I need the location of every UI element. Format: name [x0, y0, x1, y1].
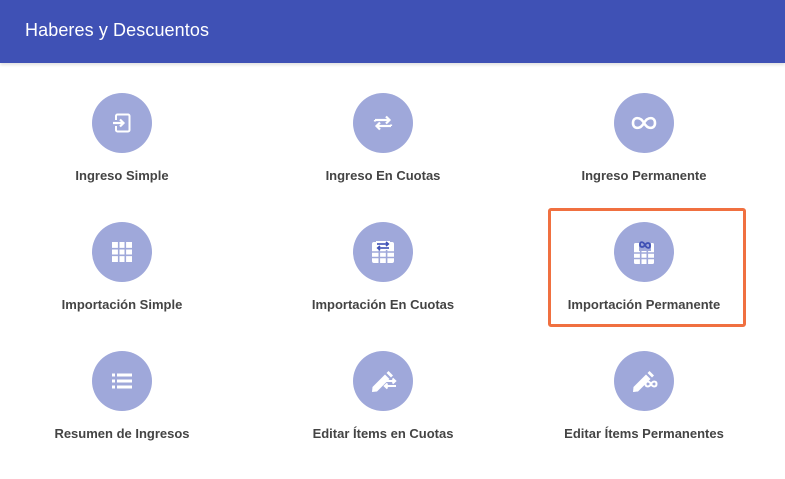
tile-editar-items-permanentes[interactable]: Editar Ítems Permanentes: [544, 351, 744, 461]
tile-label: Editar Ítems en Cuotas: [312, 426, 454, 441]
app-header: Haberes y Descuentos: [0, 0, 785, 63]
edit-infinity-icon: [614, 351, 674, 411]
infinity-icon: [614, 93, 674, 153]
page-title: Haberes y Descuentos: [25, 20, 210, 40]
tile-importacion-simple[interactable]: Importación Simple: [22, 222, 222, 332]
selected-tile-highlight: [548, 208, 746, 327]
tile-label: Importación Simple: [61, 297, 183, 312]
enter-icon: [92, 93, 152, 153]
tile-importacion-en-cuotas[interactable]: Importación En Cuotas: [283, 222, 483, 332]
tile-label: Resumen de Ingresos: [54, 426, 190, 441]
tile-resumen-de-ingresos[interactable]: Resumen de Ingresos: [22, 351, 222, 461]
tile-label: Ingreso Simple: [75, 168, 169, 183]
grid-swap-icon: [353, 222, 413, 282]
edit-swap-icon: [353, 351, 413, 411]
grid-icon: [92, 222, 152, 282]
tile-label: Ingreso En Cuotas: [325, 168, 441, 183]
tile-label: Importación En Cuotas: [311, 297, 455, 312]
tile-label: Ingreso Permanente: [581, 168, 707, 183]
tile-ingreso-en-cuotas[interactable]: Ingreso En Cuotas: [283, 93, 483, 203]
tile-ingreso-permanente[interactable]: Ingreso Permanente: [544, 93, 744, 203]
tile-ingreso-simple[interactable]: Ingreso Simple: [22, 93, 222, 203]
tile-label: Editar Ítems Permanentes: [564, 426, 724, 441]
swap-arrows-icon: [353, 93, 413, 153]
tile-editar-items-en-cuotas[interactable]: Editar Ítems en Cuotas: [283, 351, 483, 461]
list-icon: [92, 351, 152, 411]
